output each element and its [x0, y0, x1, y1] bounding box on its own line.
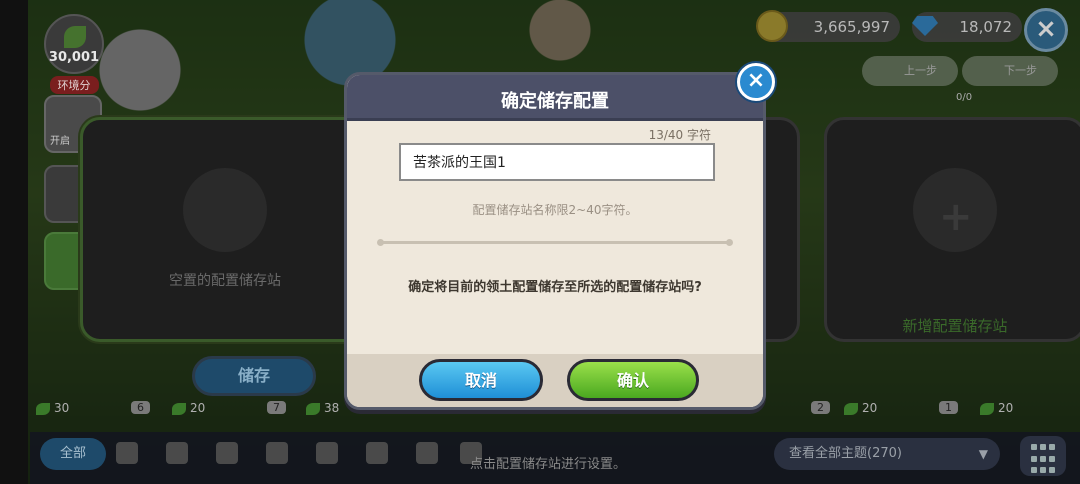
gem-value: 18,072: [959, 18, 1013, 36]
env-score-value: 30,001: [48, 50, 100, 65]
dialog-header: 确定储存配置: [347, 75, 763, 121]
add-storage-slot[interactable]: + 新增配置储存站: [824, 117, 1080, 342]
dialog-body: 13/40 字符 配置储存站名称限2~40字符。 确定将目前的领土配置储存至所选…: [347, 121, 763, 354]
gold-counter[interactable]: 3,665,997: [756, 10, 900, 42]
close-icon[interactable]: ×: [737, 63, 775, 101]
cancel-button[interactable]: 取消: [419, 359, 543, 401]
gem-icon: [912, 16, 938, 36]
item-level: 20: [998, 401, 1014, 415]
char-count: 13/40 字符: [648, 128, 711, 142]
redo-button[interactable]: 下一步: [962, 56, 1058, 86]
name-length-hint: 配置储存站名称限2~40字符。: [472, 203, 638, 217]
env-score-label: 环境分: [49, 76, 99, 94]
theme-select[interactable]: 查看全部主题(270) ▼: [774, 438, 1000, 470]
gem-counter[interactable]: 18,072: [912, 12, 1022, 42]
gold-value: 3,665,997: [813, 18, 890, 36]
item-level: 38: [324, 401, 340, 415]
item-level: 30: [54, 401, 70, 415]
item-qty: 6: [131, 401, 150, 414]
shop-category-icon[interactable]: [316, 442, 338, 464]
empty-slot-label: 空置的配置储存站: [169, 273, 281, 289]
inventory-item[interactable]: 20: [974, 395, 1074, 423]
history-controls: 上一步 下一步 0/0: [862, 52, 1072, 103]
leaf-icon: [36, 403, 50, 415]
item-qty: 7: [267, 401, 286, 414]
add-slot-label: 新增配置储存站: [902, 317, 1008, 335]
save-button[interactable]: 储存: [192, 356, 316, 396]
inventory-item[interactable]: 20 7: [166, 395, 296, 423]
open-box-label: 开启: [50, 136, 70, 147]
plus-icon: +: [939, 194, 973, 240]
inventory-item[interactable]: 20 1: [838, 395, 968, 423]
leaf-icon: [172, 403, 186, 415]
history-count: 0/0: [956, 92, 973, 103]
theme-select-label: 查看全部主题(270): [789, 446, 902, 461]
item-level: 20: [190, 401, 206, 415]
config-name-input[interactable]: [399, 143, 715, 181]
fence-category-icon[interactable]: [116, 442, 138, 464]
item-qty: 1: [939, 401, 958, 414]
chevron-down-icon: ▼: [978, 447, 988, 461]
environment-score[interactable]: 30,001 环境分: [36, 14, 112, 94]
building-category-icon[interactable]: [266, 442, 288, 464]
tree-category-icon[interactable]: [166, 442, 188, 464]
storage-slot-partial[interactable]: [760, 117, 800, 342]
leaf-icon: [306, 403, 320, 415]
dialog-title: 确定储存配置: [501, 91, 609, 112]
leaf-icon: [844, 403, 858, 415]
confirm-question: 确定将目前的领土配置储存至所选的配置储存站吗?: [408, 280, 702, 295]
save-config-dialog: 确定储存配置 13/40 字符 配置储存站名称限2~40字符。 确定将目前的领土…: [344, 72, 766, 410]
grid-view-icon[interactable]: [1020, 436, 1066, 476]
tab-all[interactable]: 全部: [40, 438, 106, 470]
house-category-icon[interactable]: [216, 442, 238, 464]
road-category-icon[interactable]: [416, 442, 438, 464]
inventory-item[interactable]: 30 6: [30, 395, 160, 423]
inventory-item[interactable]: 2: [770, 395, 840, 423]
confirm-button[interactable]: 确认: [567, 359, 699, 401]
house-icon: [183, 168, 267, 252]
leaf-icon: [980, 403, 994, 415]
leaf-icon: 30,001: [44, 14, 104, 74]
dialog-footer: [347, 354, 763, 407]
path-category-icon[interactable]: [366, 442, 388, 464]
empty-storage-slot[interactable]: 空置的配置储存站: [80, 117, 370, 342]
item-qty: 2: [811, 401, 830, 414]
left-edge-strip: [0, 0, 28, 484]
item-level: 20: [862, 401, 878, 415]
close-icon[interactable]: ×: [1024, 8, 1068, 52]
divider: [377, 239, 733, 246]
undo-button[interactable]: 上一步: [862, 56, 958, 86]
bottom-hint: 点击配置储存站进行设置。: [470, 457, 627, 472]
coin-icon: [756, 10, 788, 42]
